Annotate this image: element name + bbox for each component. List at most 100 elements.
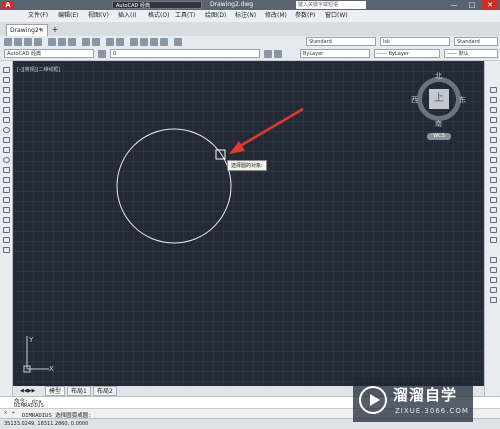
menu-draw[interactable]: 绘图(D) (205, 11, 226, 21)
ellipse-icon[interactable] (3, 157, 10, 163)
menu-insert[interactable]: 插入(I) (118, 11, 136, 21)
workspace-selector[interactable]: AutoCAD 经典 (112, 1, 202, 9)
svg-text:Y: Y (28, 336, 34, 344)
chamfer-icon[interactable] (490, 217, 497, 223)
ellipse-arc-icon[interactable] (3, 167, 10, 173)
menu-view[interactable]: 视图(V) (88, 11, 109, 21)
lineweight-select[interactable]: —— 默认 (444, 49, 498, 58)
menu-tools[interactable]: 工具(T) (175, 11, 195, 21)
menu-dimension[interactable]: 标注(N) (235, 11, 256, 21)
tab-model[interactable]: 模型 (45, 386, 66, 396)
table-icon[interactable] (3, 237, 10, 243)
tab-layout1[interactable]: 布局1 (67, 386, 91, 396)
tool-palette-icon[interactable] (150, 38, 158, 46)
construction-line-icon[interactable] (3, 77, 10, 83)
join-icon[interactable] (490, 207, 497, 213)
layer-select[interactable]: 0 (110, 49, 260, 58)
menu-edit[interactable]: 编辑(E) (58, 11, 78, 21)
new-icon[interactable] (4, 38, 12, 46)
open-icon[interactable] (14, 38, 22, 46)
new-tab-button[interactable]: + (50, 24, 60, 36)
dim-linear-icon[interactable] (490, 257, 497, 263)
properties-icon[interactable] (130, 38, 138, 46)
arc-icon[interactable] (3, 117, 10, 123)
color-select[interactable]: ByLayer (300, 49, 370, 58)
trim-icon[interactable] (490, 177, 497, 183)
help-icon[interactable] (174, 38, 182, 46)
scale-icon[interactable] (490, 157, 497, 163)
save-icon[interactable] (24, 38, 32, 46)
tab-nav-arrows[interactable]: ◀◀▶▶ (17, 386, 43, 396)
hatch-icon[interactable] (3, 207, 10, 213)
calculator-icon[interactable] (160, 38, 168, 46)
pan-icon[interactable] (106, 38, 114, 46)
dim-aligned-icon[interactable] (490, 267, 497, 273)
maximize-button[interactable]: □ (464, 0, 480, 10)
dim-angular-icon[interactable] (490, 297, 497, 303)
paste-icon[interactable] (68, 38, 76, 46)
menu-format[interactable]: 格式(O) (148, 11, 169, 21)
watermark-logo: 溜溜自学 ZIXUE.3066.COM (353, 378, 473, 422)
mirror-icon[interactable] (490, 107, 497, 113)
drawn-circle[interactable] (116, 128, 232, 244)
rotate-icon[interactable] (490, 147, 497, 153)
table-style-select[interactable]: Standard (454, 37, 498, 46)
workspace-select[interactable]: AutoCAD 经典 (4, 49, 94, 58)
menu-modify[interactable]: 修改(M) (265, 11, 287, 21)
text-style-select[interactable]: Standard (306, 37, 376, 46)
revcloud-icon[interactable] (3, 137, 10, 143)
drawing-canvas[interactable]: [-][俯视][二维线框] 上 北 南 东 西 WCS Y X 选择圆的对象: (13, 61, 484, 386)
layer-label: 0 (113, 51, 117, 57)
draw-toolbar (0, 61, 13, 396)
copy-object-icon[interactable] (490, 97, 497, 103)
rectangle-icon[interactable] (3, 107, 10, 113)
fillet-icon[interactable] (490, 227, 497, 233)
menu-window[interactable]: 窗口(W) (325, 11, 348, 21)
layer-manager-icon[interactable] (98, 50, 106, 58)
copy-icon[interactable] (58, 38, 66, 46)
tab-drawing2[interactable]: Drawing2* × (6, 24, 48, 36)
point-icon[interactable] (3, 197, 10, 203)
autocad-logo[interactable]: A (2, 1, 14, 9)
gradient-icon[interactable] (3, 217, 10, 223)
cut-icon[interactable] (48, 38, 56, 46)
move-icon[interactable] (490, 137, 497, 143)
explode-icon[interactable] (490, 237, 497, 243)
modify-toolbar (484, 61, 500, 396)
tab-layout2[interactable]: 布局2 (93, 386, 117, 396)
menu-parametric[interactable]: 参数(P) (295, 11, 315, 21)
break-icon[interactable] (490, 197, 497, 203)
watermark-url: ZIXUE.3066.COM (395, 407, 469, 415)
dim-radius-icon[interactable] (490, 277, 497, 283)
stretch-icon[interactable] (490, 167, 497, 173)
dim-diameter-icon[interactable] (490, 287, 497, 293)
dim-style-select[interactable]: lsk (380, 37, 450, 46)
spline-icon[interactable] (3, 147, 10, 153)
menu-file[interactable]: 文件(F) (28, 11, 48, 21)
array-icon[interactable] (490, 127, 497, 133)
line-icon[interactable] (3, 67, 10, 73)
polygon-icon[interactable] (3, 97, 10, 103)
design-center-icon[interactable] (140, 38, 148, 46)
layer-previous-icon[interactable] (274, 50, 282, 58)
undo-icon[interactable] (82, 38, 90, 46)
mtext-icon[interactable] (3, 247, 10, 253)
close-button[interactable]: ✕ (482, 0, 498, 10)
extend-icon[interactable] (490, 187, 497, 193)
region-icon[interactable] (3, 227, 10, 233)
tab-close-icon[interactable]: × (39, 25, 44, 36)
zoom-icon[interactable] (116, 38, 124, 46)
redo-icon[interactable] (92, 38, 100, 46)
insert-block-icon[interactable] (3, 177, 10, 183)
print-icon[interactable] (34, 38, 42, 46)
polyline-icon[interactable] (3, 87, 10, 93)
close-cmd-icon[interactable]: ✕ (4, 410, 7, 416)
make-current-icon[interactable] (264, 50, 272, 58)
offset-icon[interactable] (490, 117, 497, 123)
minimize-button[interactable]: — (446, 0, 462, 10)
circle-icon[interactable] (3, 127, 10, 133)
make-block-icon[interactable] (3, 187, 10, 193)
linetype-select[interactable]: —— ByLayer (374, 49, 440, 58)
erase-icon[interactable] (490, 87, 497, 93)
search-input[interactable]: 键入关键字或短语 (296, 1, 366, 9)
